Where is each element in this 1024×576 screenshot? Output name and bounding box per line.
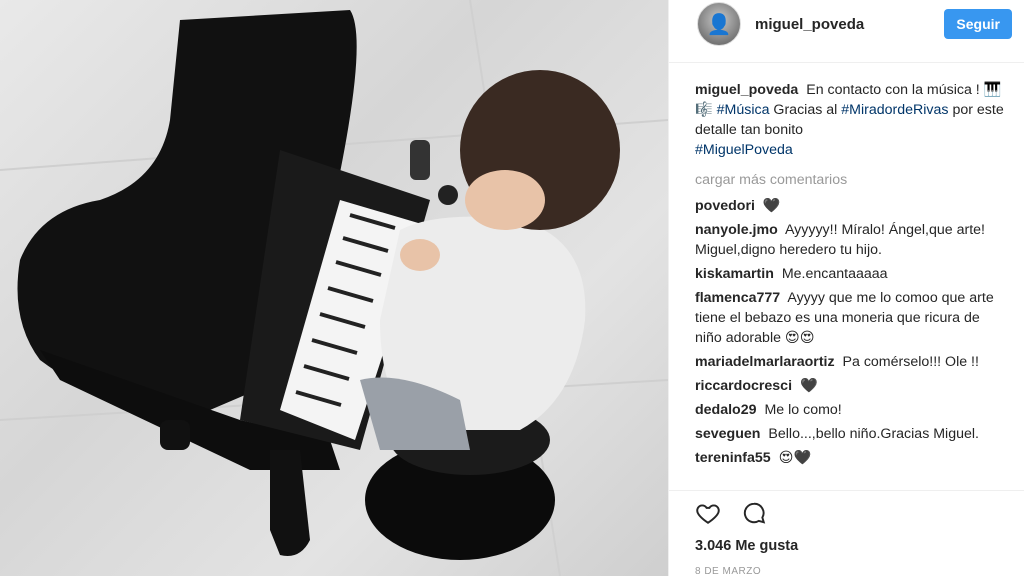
heart-icon[interactable] [695, 500, 721, 526]
actions-divider [669, 490, 1024, 491]
comment-item: nanyole.jmo Ayyyyy!! Míralo! Ángel,que a… [695, 220, 1008, 260]
post-photo[interactable] [0, 0, 668, 576]
post-date: 8 DE MARZO [695, 566, 762, 576]
comment-username[interactable]: seveguen [695, 426, 760, 442]
comment-text: 🖤 [799, 378, 818, 394]
comment-username[interactable]: tereninfa55 [695, 450, 771, 466]
caption-text-2: Gracias al [773, 102, 838, 118]
load-more-comments[interactable]: cargar más comentarios [695, 170, 1008, 190]
post-actions [695, 500, 767, 526]
caption-username[interactable]: miguel_poveda [695, 82, 798, 98]
comment-item: mariadelmarlaraortiz Pa comérselo!!! Ole… [695, 352, 1008, 372]
comment-text: Pa comérselo!!! Ole !! [842, 354, 979, 370]
caption-text-1: En contacto con la música ! [806, 82, 980, 98]
comment-text: 🖤 [762, 198, 781, 214]
comment-text: 😍🖤 [778, 450, 812, 466]
comment-item: dedalo29 Me lo como! [695, 400, 1008, 420]
comment-text: Bello...,bello niño.Gracias Miguel. [768, 426, 979, 442]
author-username[interactable]: miguel_poveda [755, 16, 944, 33]
comment-item: povedori 🖤 [695, 196, 1008, 216]
comment-item: flamenca777 Ayyyy que me lo comoo que ar… [695, 288, 1008, 348]
comment-icon[interactable] [741, 500, 767, 526]
comment-username[interactable]: nanyole.jmo [695, 222, 778, 238]
comment-text: Me lo como! [764, 402, 842, 418]
comment-item: tereninfa55 😍🖤 [695, 448, 1008, 468]
header-divider [669, 62, 1024, 63]
author-avatar[interactable]: 👤 [697, 2, 741, 46]
comment-username[interactable]: povedori [695, 198, 755, 214]
comment-item: seveguen Bello...,bello niño.Gracias Mig… [695, 424, 1008, 444]
hashtag-miradorderivas[interactable]: #MiradordeRivas [841, 102, 948, 118]
comment-list: miguel_poveda En contacto con la música … [695, 80, 1008, 472]
comment-username[interactable]: flamenca777 [695, 290, 780, 306]
comment-username[interactable]: kiskamartin [695, 266, 774, 282]
comment-item: riccardocresci 🖤 [695, 376, 1008, 396]
comment-text: Me.encantaaaaa [781, 266, 888, 282]
comment-item: kiskamartin Me.encantaaaaa [695, 264, 1008, 284]
hashtag-miguelpoveda[interactable]: #MiguelPoveda [695, 142, 793, 158]
like-count[interactable]: 3.046 Me gusta [695, 538, 798, 554]
caption: miguel_poveda En contacto con la música … [695, 80, 1008, 160]
post-header: 👤 miguel_poveda Seguir [669, 0, 1024, 48]
comment-username[interactable]: riccardocresci [695, 378, 792, 394]
comment-username[interactable]: dedalo29 [695, 402, 757, 418]
hashtag-musica[interactable]: #Música [717, 102, 770, 118]
instagram-post: 👤 miguel_poveda Seguir miguel_poveda En … [0, 0, 1024, 576]
comment-username[interactable]: mariadelmarlaraortiz [695, 354, 835, 370]
follow-button[interactable]: Seguir [944, 9, 1012, 39]
piano-illustration [0, 0, 668, 576]
post-sidebar: 👤 miguel_poveda Seguir miguel_poveda En … [668, 0, 1024, 576]
